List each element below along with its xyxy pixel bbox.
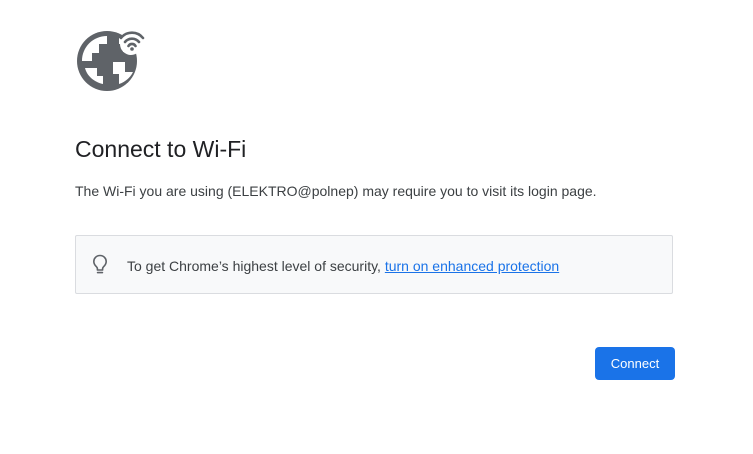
lightbulb-icon bbox=[92, 254, 108, 276]
wifi-login-message: The Wi-Fi you are using (ELEKTRO@polnep)… bbox=[75, 183, 597, 199]
security-tip-text: To get Chrome’s highest level of securit… bbox=[127, 256, 559, 276]
security-tip-box: To get Chrome’s highest level of securit… bbox=[75, 235, 673, 294]
enhanced-protection-link[interactable]: turn on enhanced protection bbox=[385, 258, 559, 274]
page-title: Connect to Wi-Fi bbox=[75, 136, 247, 162]
globe-wifi-icon bbox=[75, 28, 147, 94]
connect-button[interactable]: Connect bbox=[595, 347, 675, 380]
captive-portal-interstitial: Connect to Wi-Fi The Wi-Fi you are using… bbox=[75, 0, 675, 454]
security-tip-label: To get Chrome’s highest level of securit… bbox=[127, 258, 385, 274]
